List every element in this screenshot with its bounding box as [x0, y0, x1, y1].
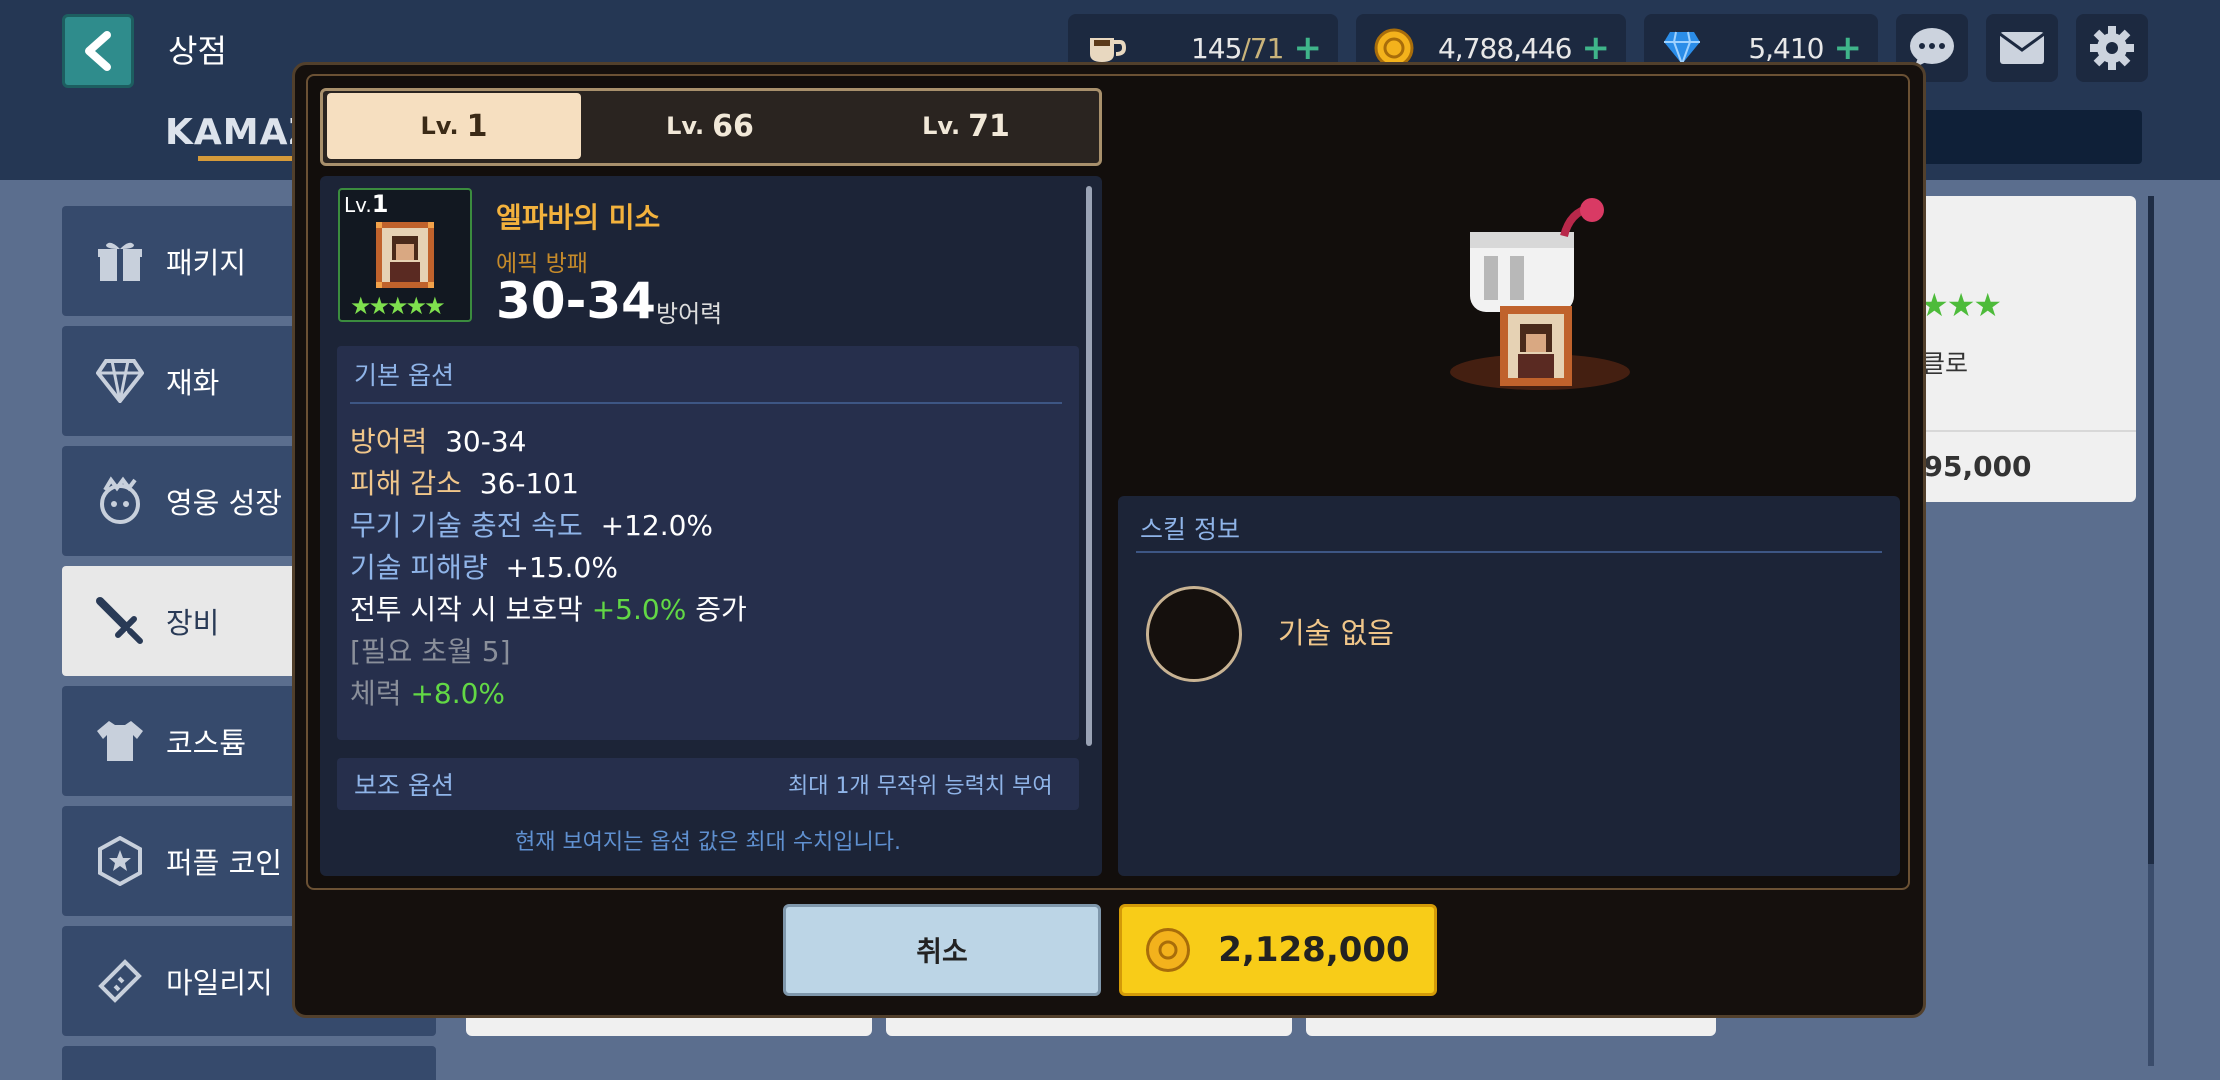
mileage-ticket-icon — [90, 951, 150, 1011]
option-value: +8.0% — [410, 677, 506, 710]
option-requirement: [필요 초월 5] — [350, 635, 511, 668]
tab-level-66[interactable]: Lv. 66 — [583, 93, 837, 159]
portrait-level: Lv.1 — [344, 190, 389, 218]
stamina-current: 145 — [1190, 31, 1242, 65]
item-name: 엘파바의 미소 — [496, 201, 661, 234]
sidebar-item-label: 패키지 — [166, 246, 247, 280]
scrollbar-thumb[interactable] — [2148, 196, 2154, 864]
sidebar-item-label: 마일리지 — [166, 966, 273, 1000]
option-label: 피해 감소 — [350, 467, 462, 500]
option-value: +5.0% — [591, 593, 687, 626]
option-row: 피해 감소 36-101 — [350, 462, 579, 502]
option-label: 무기 기술 충전 속도 — [350, 509, 583, 542]
option-value: 36-101 — [479, 467, 579, 500]
option-suffix: 증가 — [695, 593, 747, 626]
tab-level-1[interactable]: Lv. 1 — [327, 93, 581, 159]
gold-value: 4,788,446 — [1437, 31, 1573, 65]
sidebar-item-label: 퍼플 코인 — [166, 846, 282, 880]
diamond-icon — [90, 351, 150, 411]
back-button[interactable] — [62, 14, 134, 88]
skill-info-title: 스킬 정보 — [1140, 515, 1240, 544]
tab-lv-prefix: Lv. — [420, 112, 459, 140]
buy-button[interactable]: 2,128,000 — [1119, 904, 1437, 996]
option-label: 기술 피해량 — [350, 551, 488, 584]
top-strip — [1910, 110, 2142, 164]
background-card-stars: ★★★ — [1920, 286, 2002, 324]
tab-lv-prefix: Lv. — [922, 112, 961, 140]
option-value: 30-34 — [445, 425, 527, 458]
sidebar-item-more[interactable] — [62, 1046, 436, 1080]
sidebar-item-label: 코스튬 — [166, 726, 247, 760]
tab-level-number: 66 — [712, 108, 754, 144]
skill-slot-icon — [1146, 586, 1242, 682]
option-label: 체력 — [350, 677, 402, 710]
sidebar-item-label: 재화 — [166, 366, 220, 400]
item-stat-range: 30-34 — [496, 272, 656, 330]
max-value-notice: 현재 보여지는 옵션 값은 최대 수치입니다. — [514, 830, 902, 855]
tab-level-number: 1 — [466, 108, 488, 144]
settings-button[interactable] — [2076, 14, 2148, 82]
gold-coin-icon — [1146, 928, 1191, 972]
sidebar-item-label: 영웅 성장 — [166, 486, 282, 520]
portrait-level-number: 1 — [371, 190, 389, 218]
rarity-stars: ★★★★★ — [350, 292, 446, 320]
divider — [350, 402, 1062, 404]
sub-options-title: 보조 옵션 — [354, 771, 454, 800]
mail-icon — [1999, 32, 2045, 64]
option-row: 기술 피해량 +15.0% — [350, 546, 618, 586]
option-label: 방어력 — [350, 425, 428, 458]
divider — [1890, 430, 2136, 432]
tab-lv-prefix: Lv. — [666, 112, 705, 140]
background-card-name: 클로 — [1922, 349, 1969, 378]
item-preview-sprite — [1440, 196, 1640, 406]
skill-info-panel — [1118, 496, 1900, 876]
page-title: 상점 — [168, 32, 227, 70]
gem-value: 5,410 — [1748, 31, 1824, 65]
option-row: 전투 시작 시 보호막 +5.0% 증가 — [350, 588, 747, 628]
divider — [1136, 551, 1882, 553]
costume-icon — [90, 711, 150, 771]
cancel-button[interactable]: 취소 — [783, 904, 1101, 996]
gift-icon — [90, 231, 150, 291]
hero-growth-icon — [90, 471, 150, 531]
panel-scrollbar[interactable] — [1086, 186, 1092, 746]
stamina-max: 71 — [1249, 31, 1285, 65]
option-row: 체력 +8.0% — [350, 672, 505, 712]
option-row: 무기 기술 충전 속도 +12.0% — [350, 504, 713, 544]
tab-level-71[interactable]: Lv. 71 — [839, 93, 1093, 159]
option-value: +15.0% — [505, 551, 618, 584]
purple-coin-icon — [90, 831, 150, 891]
sidebar-item-label: 장비 — [166, 606, 220, 640]
option-row: 방어력 30-34 — [350, 420, 526, 460]
option-value: +12.0% — [600, 509, 714, 542]
sword-equipment-icon — [90, 591, 150, 651]
chevron-left-icon — [85, 31, 111, 71]
settings-gear-icon — [2090, 26, 2134, 70]
option-label: 전투 시작 시 보호막 — [350, 593, 583, 626]
buy-price: 2,128,000 — [1218, 930, 1410, 970]
skill-none-text: 기술 없음 — [1278, 616, 1394, 650]
mail-button[interactable] — [1986, 14, 2058, 82]
portrait-level-prefix: Lv. — [344, 193, 372, 217]
tab-level-number: 71 — [968, 108, 1010, 144]
basic-options-title: 기본 옵션 — [354, 361, 454, 390]
item-stat-unit: 방어력 — [656, 300, 723, 328]
sub-options-note: 최대 1개 무작위 능력치 부여 — [788, 774, 1053, 799]
